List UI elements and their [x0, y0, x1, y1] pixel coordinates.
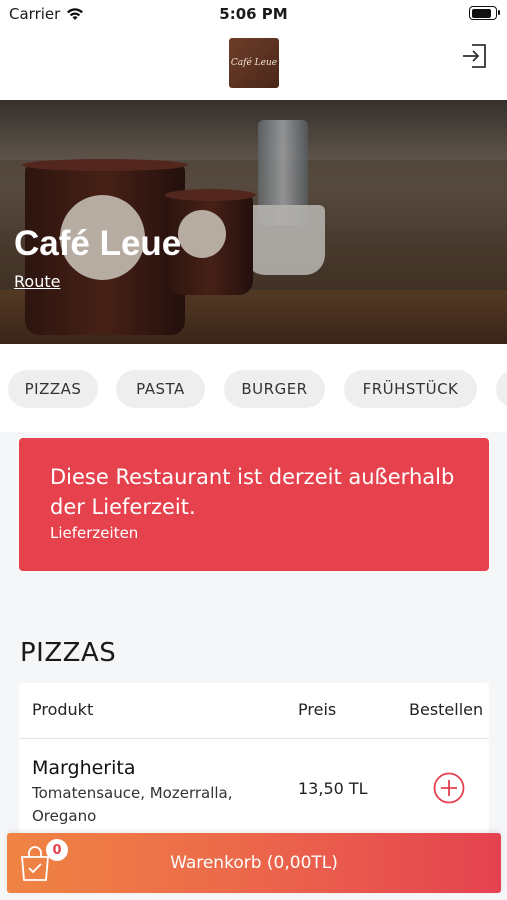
category-chip-burger[interactable]: BURGER — [224, 370, 325, 408]
cart-label: Warenkorb (0,00TL) — [170, 853, 338, 873]
restaurant-name: Café Leue — [14, 224, 182, 263]
battery-icon — [469, 6, 500, 20]
battery-fill — [471, 8, 492, 18]
column-header-price: Preis — [298, 700, 337, 719]
route-link[interactable]: Route — [14, 272, 60, 291]
hero-overlay — [0, 100, 507, 344]
delivery-times-link[interactable]: Lieferzeiten — [50, 524, 138, 542]
alert-title: Diese Restaurant ist derzeit außerhalb d… — [50, 465, 455, 519]
category-chip-pasta[interactable]: PASTA — [116, 370, 205, 408]
menu-table: Produkt Preis Bestellen Margherita Tomat… — [19, 683, 489, 843]
section-title: PIZZAS — [20, 638, 117, 668]
category-bar: PIZZAS PASTA BURGER FRÜHSTÜCK — [0, 344, 507, 432]
category-chip-pizzas[interactable]: PIZZAS — [8, 370, 98, 408]
status-bar: Carrier 5:06 PM — [0, 0, 507, 28]
status-time: 5:06 PM — [219, 5, 288, 23]
restaurant-logo[interactable]: Café Leue — [229, 38, 279, 88]
product-price: 13,50 TL — [298, 779, 368, 798]
column-header-product: Produkt — [32, 700, 94, 719]
closed-alert: Diese Restaurant ist derzeit außerhalb d… — [19, 438, 489, 571]
table-divider — [19, 738, 489, 739]
login-icon[interactable] — [459, 41, 489, 71]
product-description: Tomatensauce, Mozerralla, Oregano — [32, 784, 233, 825]
column-header-order: Bestellen — [409, 700, 484, 719]
category-chip-fruehstueck[interactable]: FRÜHSTÜCK — [344, 370, 477, 408]
logo-text: Café Leue — [230, 58, 278, 68]
cart-button[interactable]: 0 Warenkorb (0,00TL) — [7, 833, 501, 893]
category-chip-more[interactable] — [496, 370, 507, 408]
add-circle-icon[interactable] — [433, 772, 465, 804]
product-name: Margherita — [32, 757, 136, 779]
hero-banner — [0, 100, 507, 344]
top-nav: Café Leue — [0, 28, 507, 100]
